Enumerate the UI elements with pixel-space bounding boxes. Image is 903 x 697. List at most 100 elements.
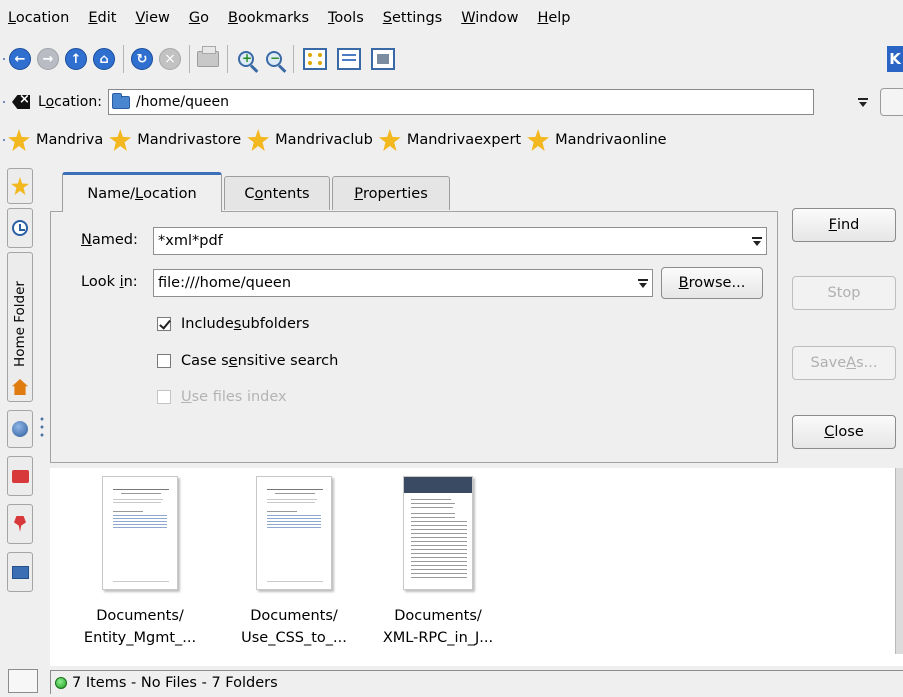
location-dropdown-button[interactable]	[851, 90, 875, 114]
checkbox-unchecked[interactable]	[157, 354, 171, 368]
toolbar-separator	[293, 45, 294, 73]
sidebar-tab-history[interactable]	[7, 208, 33, 248]
sidebar-tab-root-folder[interactable]	[7, 456, 33, 496]
clear-location-icon[interactable]	[12, 95, 30, 109]
menu-location[interactable]: Location	[8, 10, 69, 26]
pdf-thumbnail-icon	[102, 476, 178, 590]
find-button[interactable]: Find	[792, 208, 896, 242]
tab-name-location[interactable]: Name/Location	[62, 172, 222, 212]
home-icon: ⌂	[93, 48, 115, 70]
history-icon	[12, 220, 28, 236]
go-button[interactable]	[880, 88, 903, 116]
list-view-icon	[337, 48, 361, 70]
bookmark-mandriva[interactable]: Mandriva	[8, 129, 103, 151]
case-sensitive-checkbox[interactable]: Case s e nsitive search	[157, 353, 338, 369]
result-name: Documents/Use_CSS_to_...	[241, 608, 347, 646]
result-name: Documents/XML-RPC_in_J...	[382, 608, 494, 646]
sidebar-resize-handle[interactable]	[40, 415, 44, 439]
menu-tools[interactable]: Tools	[328, 10, 364, 26]
sidebar-tab-network[interactable]	[7, 410, 33, 448]
menu-bookmarks[interactable]: Bookmarks	[228, 10, 309, 26]
print-icon	[197, 46, 219, 67]
sidebar-tab-devices[interactable]	[7, 552, 33, 592]
zoom-in-icon: +	[238, 51, 254, 67]
menu-window[interactable]: Window	[461, 10, 518, 26]
use-files-index-checkbox: Use files index	[157, 389, 287, 405]
star-icon	[527, 129, 550, 151]
sidebar-tab-home-folder[interactable]: Home Folder	[7, 252, 33, 402]
status-led-icon	[55, 676, 67, 689]
preview-view-icon	[371, 48, 395, 70]
globe-icon	[12, 421, 28, 437]
dropdown-icon[interactable]	[638, 279, 648, 288]
toolbar-separator	[123, 45, 124, 73]
star-icon	[11, 177, 29, 195]
home-icon	[12, 379, 28, 395]
menu-edit[interactable]: Edit	[88, 10, 116, 26]
stop-search-button: Stop	[792, 276, 896, 310]
lookin-input[interactable]: file:///home/queen	[153, 269, 653, 297]
pdf-thumbnail-icon	[403, 476, 473, 590]
star-icon	[109, 129, 132, 151]
menu-settings[interactable]: Settings	[383, 10, 443, 26]
lookin-label: Look in:	[81, 274, 138, 290]
menu-bar: Location Edit View Go Bookmarks Tools Se…	[0, 0, 903, 36]
back-icon: ←	[9, 48, 31, 70]
stop-button[interactable]: ×	[158, 47, 182, 71]
menu-help[interactable]: Help	[537, 10, 570, 26]
results-scrollbar[interactable]	[895, 468, 903, 654]
toolbar-handle[interactable]	[0, 124, 8, 156]
find-panel: Name/Location Co ntents Properties Named:…	[50, 172, 903, 464]
bookmark-mandrivaexpert[interactable]: Mandrivaexpert	[378, 129, 521, 151]
sidebar-tab-services[interactable]	[7, 504, 33, 544]
location-bar: Location: /home/queen	[0, 86, 903, 118]
result-item[interactable]: Documents/Entity_Mgmt_...	[70, 476, 210, 649]
dropdown-icon[interactable]	[752, 237, 762, 246]
close-button[interactable]: Close	[792, 415, 896, 449]
reload-button[interactable]: ↻	[130, 47, 154, 71]
location-label: Location:	[38, 94, 102, 110]
icon-view-button[interactable]	[300, 47, 330, 71]
menu-view[interactable]: View	[135, 10, 169, 26]
bookmark-mandrivaonline[interactable]: Mandrivaonline	[527, 129, 667, 151]
konqueror-window: Location Edit View Go Bookmarks Tools Se…	[0, 0, 903, 697]
include-subfolders-checkbox[interactable]: Include s ubfolders	[157, 316, 309, 332]
home-button[interactable]: ⌂	[92, 47, 116, 71]
list-view-button[interactable]	[334, 47, 364, 71]
forward-button[interactable]: →	[36, 47, 60, 71]
bookmark-mandrivastore[interactable]: Mandrivastore	[109, 129, 241, 151]
named-input[interactable]: *xml*pdf	[153, 227, 767, 255]
location-input[interactable]: /home/queen	[107, 89, 814, 115]
result-item[interactable]: Documents/XML-RPC_in_J...	[368, 476, 508, 649]
named-label: Named:	[81, 232, 138, 248]
print-button[interactable]	[196, 46, 220, 71]
tab-properties[interactable]: Properties	[332, 176, 450, 210]
checkbox-disabled	[157, 390, 171, 404]
checkbox-checked[interactable]	[157, 317, 171, 331]
toolbar-separator	[189, 45, 190, 73]
reload-icon: ↻	[131, 48, 153, 70]
browse-button[interactable]: Browse...	[661, 267, 763, 299]
preview-view-button[interactable]	[368, 47, 398, 71]
status-text-field: 7 Items - No Files - 7 Folders	[50, 670, 903, 694]
result-item[interactable]: Documents/Use_CSS_to_...	[224, 476, 364, 649]
status-view-toggle[interactable]	[8, 669, 38, 693]
status-bar: 7 Items - No Files - 7 Folders	[0, 666, 903, 697]
tab-contents[interactable]: Co ntents	[224, 176, 330, 210]
pdf-thumbnail-icon	[256, 476, 332, 590]
toolbar-separator	[227, 45, 228, 73]
toolbar-handle[interactable]	[0, 36, 8, 82]
zoom-in-button[interactable]: +	[234, 47, 258, 71]
sidebar-tab-bookmarks[interactable]	[7, 168, 33, 204]
toolbar-handle[interactable]	[0, 86, 8, 118]
menu-go[interactable]: Go	[189, 10, 209, 26]
folder-icon	[111, 92, 130, 109]
folder-icon	[11, 469, 29, 483]
status-text: 7 Items - No Files - 7 Folders	[72, 674, 278, 691]
named-value: *xml*pdf	[158, 233, 223, 249]
zoom-out-button[interactable]: −	[262, 47, 286, 71]
back-button[interactable]: ←	[8, 47, 32, 71]
up-button[interactable]: ↑	[64, 47, 88, 71]
dropdown-icon	[858, 97, 868, 107]
bookmark-mandrivaclub[interactable]: Mandrivaclub	[247, 129, 373, 151]
